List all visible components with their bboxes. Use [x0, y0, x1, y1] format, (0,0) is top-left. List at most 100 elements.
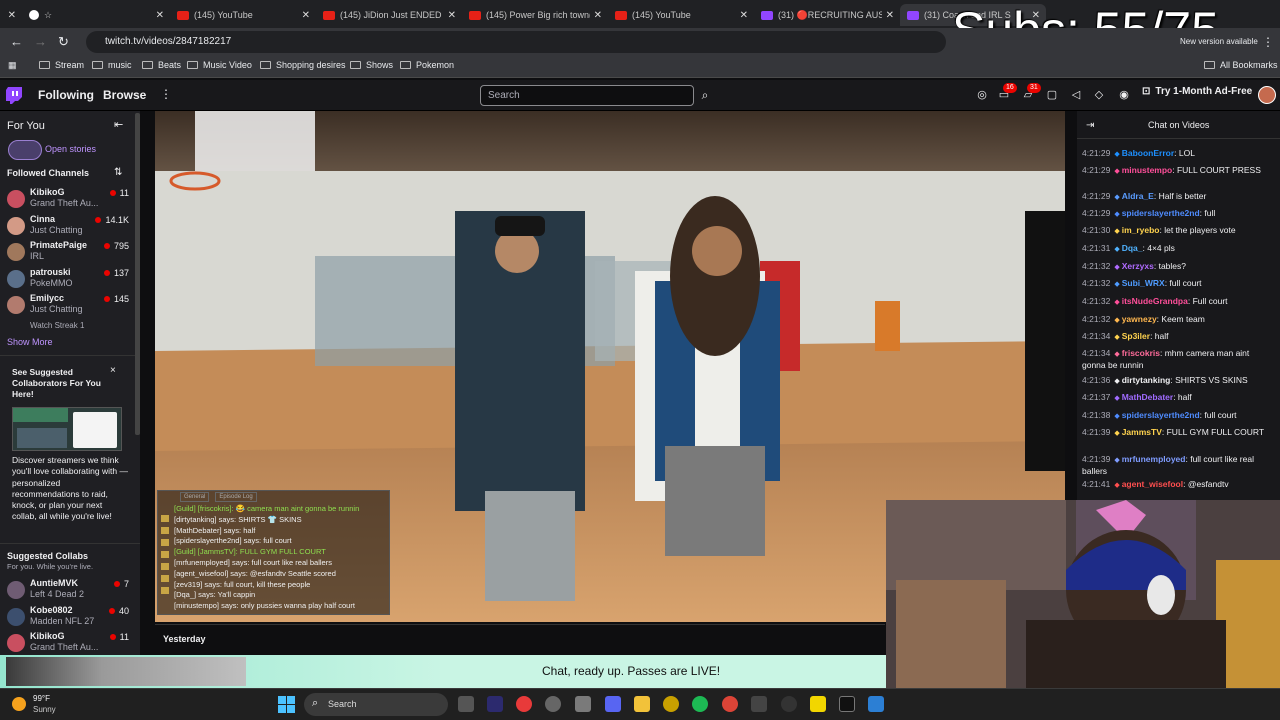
chat-username[interactable]: mrfunemployed — [1122, 454, 1186, 464]
chat-username[interactable]: Subi_WRX — [1122, 278, 1165, 288]
show-more-link[interactable]: Show More — [7, 337, 53, 347]
bookmark-item[interactable]: music — [92, 60, 132, 70]
close-icon[interactable]: × — [110, 365, 116, 376]
discord-icon[interactable] — [605, 696, 621, 712]
app-icon[interactable] — [751, 696, 767, 712]
bookmark-item[interactable]: Pokemon — [400, 60, 454, 70]
browser-tab[interactable]: (145) Power Big rich town(✕ — [462, 4, 608, 26]
bits-icon[interactable]: ◉ — [1117, 88, 1131, 102]
chat-icon[interactable]: ▢ — [1045, 88, 1059, 102]
sidebar-channel[interactable]: KibikoG Grand Theft Au... 11 — [7, 186, 135, 212]
bookmark-item[interactable]: Music Video — [187, 60, 252, 70]
app-icon[interactable] — [663, 696, 679, 712]
taskbar-search[interactable]: ⌕ Search — [304, 693, 448, 716]
close-tab-icon[interactable]: ✕ — [594, 10, 602, 21]
bookmark-item[interactable]: Beats — [142, 60, 181, 70]
chat-timestamp: 4:21:39 — [1082, 427, 1111, 437]
chat-username[interactable]: Xerzyxs — [1122, 261, 1154, 271]
menu-icon[interactable]: ⋮ — [1262, 35, 1274, 49]
chat-username[interactable]: agent_wisefool — [1122, 479, 1183, 489]
chat-username[interactable]: spiderslayerthe2nd — [1122, 208, 1200, 218]
search-icon[interactable]: ⌕ — [697, 85, 713, 106]
megaphone-icon[interactable]: ◁ — [1069, 88, 1083, 102]
browser-tab[interactable]: (145) YouTube ✕ — [170, 4, 316, 26]
browser-tab[interactable]: (145) JiDion Just ENDED Hi ✕ — [316, 4, 462, 26]
chat-username[interactable]: MathDebater — [1122, 392, 1173, 402]
twitch-logo-icon[interactable] — [6, 87, 22, 104]
open-stories-link[interactable]: Open stories — [45, 144, 96, 154]
chat-username[interactable]: Aldra_E — [1122, 191, 1154, 201]
file-explorer-icon[interactable] — [634, 696, 650, 712]
chat-username[interactable]: dirtytanking — [1122, 375, 1171, 385]
app-icon[interactable] — [839, 696, 855, 712]
back-icon[interactable]: ← — [10, 34, 23, 49]
weather-condition[interactable]: Sunny — [33, 705, 56, 714]
overlay-chat-tab[interactable]: General — [180, 492, 210, 502]
more-icon[interactable]: ⋮ — [160, 87, 172, 101]
browser-tab[interactable]: ☆ ✕ — [22, 4, 170, 26]
chrome-icon[interactable] — [722, 696, 738, 712]
app-icon[interactable] — [868, 696, 884, 712]
photoshop-icon[interactable] — [487, 696, 503, 712]
settings-icon[interactable] — [575, 696, 591, 712]
chat-username[interactable]: minustempo — [1122, 165, 1173, 175]
browser-tab[interactable]: (31) 🔴RECRUITING AUSTIN ✕ — [754, 4, 900, 26]
new-version-label[interactable]: New version available — [1180, 37, 1258, 46]
browser-tab[interactable]: ✕ — [0, 4, 22, 26]
chat-username[interactable]: BaboonError — [1122, 148, 1174, 158]
forward-icon[interactable]: → — [34, 34, 47, 49]
task-view-icon[interactable] — [458, 696, 474, 712]
sidebar-channel[interactable]: Cinna Just Chatting 14.1K — [7, 213, 135, 239]
reload-icon[interactable]: ↻ — [58, 34, 69, 50]
close-tab-icon[interactable]: ✕ — [886, 10, 894, 21]
weather-temp[interactable]: 99°F — [33, 694, 50, 703]
spotify-icon[interactable] — [692, 696, 708, 712]
windows-start-icon[interactable] — [278, 696, 295, 713]
drops-icon[interactable]: ◇ — [1092, 88, 1106, 102]
avatar[interactable] — [1258, 86, 1276, 104]
search-input[interactable]: Search — [480, 85, 694, 106]
chat-username[interactable]: Dqa_ — [1122, 243, 1143, 253]
close-tab-icon[interactable]: ✕ — [448, 10, 456, 21]
apps-icon[interactable]: ▦ — [8, 60, 17, 71]
ad-free-button[interactable]: ⊡ Try 1-Month Ad-Free — [1142, 86, 1252, 97]
chat-username[interactable]: Sp3iler — [1122, 331, 1150, 341]
bookmark-item[interactable]: Shows — [350, 60, 393, 70]
url-input[interactable]: twitch.tv/videos/2847182217 — [86, 31, 946, 53]
close-tab-icon[interactable]: ✕ — [302, 10, 310, 21]
chat-username[interactable]: itsNudeGrandpa — [1122, 296, 1188, 306]
expand-icon[interactable]: ⇥ — [1086, 120, 1094, 131]
sidebar-channel[interactable]: Emilycc Just Chatting 145 — [7, 292, 135, 318]
pokeball-icon[interactable] — [516, 696, 532, 712]
sidebar-channel[interactable]: AuntieMVK Left 4 Dead 2 7 — [7, 577, 135, 603]
bookmark-item[interactable]: Shopping desires — [260, 60, 346, 70]
sort-icon[interactable]: ⇅ — [114, 167, 122, 178]
crown-icon[interactable]: ◎ — [975, 88, 989, 102]
sidebar-channel[interactable]: KibikoG Grand Theft Au... 11 — [7, 630, 135, 656]
notes-icon[interactable] — [810, 696, 826, 712]
collapse-icon[interactable]: ⇤ — [114, 118, 123, 131]
nav-following[interactable]: Following — [38, 88, 94, 102]
sidebar-channel[interactable]: Kobe0802 Madden NFL 27 40 — [7, 604, 135, 630]
close-tab-icon[interactable]: ✕ — [740, 10, 748, 21]
stories-avatar[interactable] — [8, 140, 42, 160]
browser-tab[interactable]: (145) YouTube ✕ — [608, 4, 754, 26]
overlay-chat-tab[interactable]: Episode Log — [215, 492, 257, 502]
chat-username[interactable]: im_ryebo — [1122, 225, 1160, 235]
all-bookmarks[interactable]: All Bookmarks — [1204, 60, 1278, 70]
close-tab-icon[interactable]: ✕ — [8, 10, 16, 21]
promo-banner[interactable]: Chat, ready up. Passes are LIVE! — [0, 655, 886, 688]
obs-icon[interactable] — [545, 696, 561, 712]
close-tab-icon[interactable]: ✕ — [156, 10, 164, 21]
nav-browse[interactable]: Browse — [103, 88, 146, 102]
viewer-count: 137 — [103, 268, 129, 278]
chat-username[interactable]: JammsTV — [1122, 427, 1162, 437]
bookmark-item[interactable]: Stream — [39, 60, 84, 70]
sidebar-channel[interactable]: patrouski PokeMMO 137 — [7, 266, 135, 292]
chat-username[interactable]: yawnezy — [1122, 314, 1157, 324]
sidebar-scrollbar[interactable] — [135, 113, 140, 435]
app-icon[interactable] — [781, 696, 797, 712]
sidebar-channel[interactable]: PrimatePaige IRL 795 — [7, 239, 135, 265]
chat-username[interactable]: spiderslayerthe2nd — [1122, 410, 1200, 420]
chat-username[interactable]: friscokris — [1122, 348, 1160, 358]
